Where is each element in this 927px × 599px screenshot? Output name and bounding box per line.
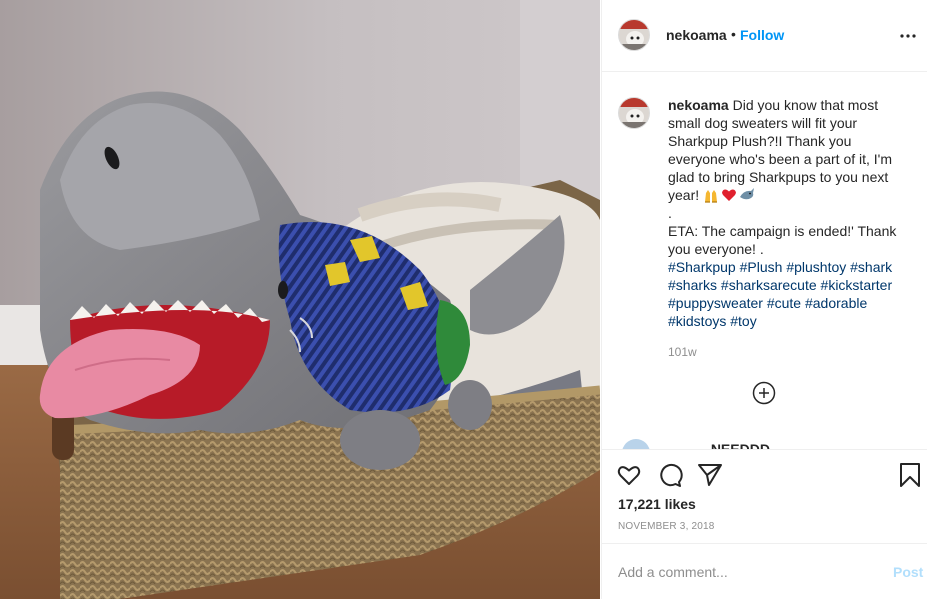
caption-timestamp[interactable]: 101w bbox=[668, 345, 697, 359]
raising-hands-emoji-icon bbox=[705, 190, 718, 203]
hashtag[interactable]: #plushtoy bbox=[786, 259, 846, 275]
post-header: nekoama • Follow bbox=[602, 0, 927, 72]
heart-icon[interactable] bbox=[616, 462, 642, 488]
post-caption: nekoama Did you know that most small dog… bbox=[668, 96, 904, 330]
follow-button[interactable]: Follow bbox=[740, 27, 784, 43]
red-heart-emoji-icon bbox=[722, 189, 736, 201]
avatar-image bbox=[619, 98, 649, 128]
partial-comment-text: _____ NEEDDD bbox=[668, 441, 770, 449]
bookmark-icon[interactable] bbox=[897, 462, 923, 488]
hashtag[interactable]: #sharksarecute bbox=[721, 277, 817, 293]
action-bar bbox=[602, 449, 927, 501]
hashtag[interactable]: #Sharkpup bbox=[668, 259, 736, 275]
hashtag[interactable]: #sharks bbox=[668, 277, 717, 293]
hashtag[interactable]: #kickstarter bbox=[821, 277, 893, 293]
comment-input[interactable] bbox=[618, 561, 868, 583]
caption-username[interactable]: nekoama bbox=[668, 97, 729, 113]
more-options-icon[interactable] bbox=[898, 26, 918, 46]
comments-section[interactable]: nekoama Did you know that most small dog… bbox=[602, 73, 927, 449]
add-comment-bar: Post bbox=[602, 543, 927, 599]
caption-author-avatar[interactable] bbox=[618, 97, 650, 129]
header-username[interactable]: nekoama bbox=[666, 27, 727, 43]
shark-emoji-icon bbox=[740, 188, 755, 200]
post-photo[interactable] bbox=[0, 0, 600, 599]
share-icon[interactable] bbox=[697, 462, 723, 488]
hashtag[interactable]: #cute bbox=[767, 295, 801, 311]
hashtag[interactable]: #toy bbox=[730, 313, 756, 329]
caption-dot-line: . bbox=[668, 205, 672, 221]
post-comment-button[interactable]: Post bbox=[893, 564, 923, 580]
comment-icon[interactable] bbox=[657, 462, 683, 488]
avatar-image bbox=[619, 20, 649, 50]
hashtag[interactable]: #kidstoys bbox=[668, 313, 726, 329]
post-date: NOVEMBER 3, 2018 bbox=[618, 521, 715, 532]
commenter-avatar[interactable] bbox=[622, 439, 650, 449]
header-separator: • bbox=[731, 26, 736, 42]
hashtag[interactable]: #shark bbox=[850, 259, 892, 275]
caption-emoji bbox=[703, 187, 755, 203]
sharkpup-photo-illustration bbox=[0, 0, 600, 599]
post-side-panel: nekoama • Follow nekoama Did you know th… bbox=[601, 0, 927, 599]
hashtag[interactable]: #Plush bbox=[740, 259, 783, 275]
partially-visible-comment[interactable]: _____ NEEDDD bbox=[618, 435, 927, 449]
author-avatar[interactable] bbox=[618, 19, 650, 51]
likes-count[interactable]: 17,221 likes bbox=[618, 496, 696, 512]
caption-eta-text: ETA: The campaign is ended!' Thank you e… bbox=[668, 223, 897, 257]
hashtag[interactable]: #puppysweater bbox=[668, 295, 763, 311]
plus-circle-icon[interactable] bbox=[752, 381, 776, 405]
hashtag[interactable]: #adorable bbox=[805, 295, 867, 311]
